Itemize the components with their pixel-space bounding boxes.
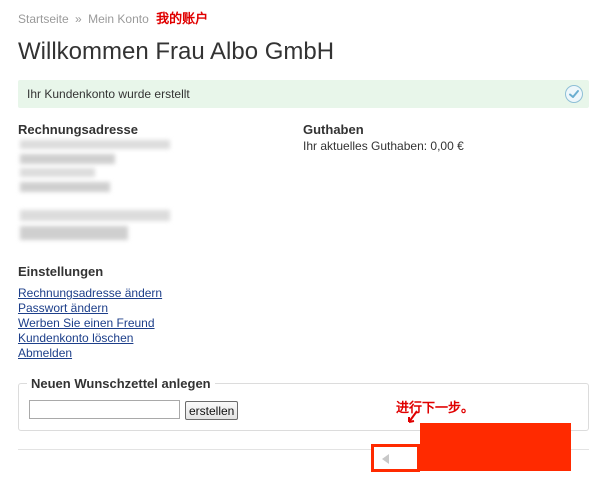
annotation-arrow-icon xyxy=(408,410,418,423)
credit-balance-text: Ihr aktuelles Guthaben: 0,00 € xyxy=(303,139,464,153)
success-message-bar: Ihr Kundenkonto wurde erstellt xyxy=(18,80,589,108)
breadcrumb-annotation: 我的账户 xyxy=(156,11,209,26)
breadcrumb-startseite[interactable]: Startseite xyxy=(18,12,69,26)
link-delete-account[interactable]: Kundenkonto löschen xyxy=(18,331,162,346)
credit-title: Guthaben xyxy=(303,122,364,137)
link-refer-friend[interactable]: Werben Sie einen Freund xyxy=(18,316,162,331)
triangle-left-icon xyxy=(382,454,389,464)
page-title: Willkommen Frau Albo GmbH xyxy=(18,38,335,65)
back-button[interactable] xyxy=(371,444,420,472)
wishlist-name-input[interactable] xyxy=(29,400,180,419)
create-wishlist-button[interactable]: erstellen xyxy=(185,401,239,420)
breadcrumb-separator: » xyxy=(75,12,82,26)
success-message-text: Ihr Kundenkonto wurde erstellt xyxy=(27,87,190,101)
breadcrumb-mein-konto[interactable]: Mein Konto xyxy=(88,12,149,26)
billing-address-blurred xyxy=(18,138,173,248)
link-change-password[interactable]: Passwort ändern xyxy=(18,301,162,316)
wishlist-legend: Neuen Wunschzettel anlegen xyxy=(27,376,215,391)
link-logout[interactable]: Abmelden xyxy=(18,346,162,361)
breadcrumb: Startseite » Mein Konto 我的账户 xyxy=(18,8,208,27)
billing-address-title: Rechnungsadresse xyxy=(18,122,138,137)
link-change-billing-address[interactable]: Rechnungsadresse ändern xyxy=(18,286,162,301)
annotation-redacted-block xyxy=(420,423,571,471)
check-circle-icon xyxy=(565,85,583,103)
settings-title: Einstellungen xyxy=(18,264,104,279)
settings-links: Rechnungsadresse ändern Passwort ändern … xyxy=(18,286,162,361)
